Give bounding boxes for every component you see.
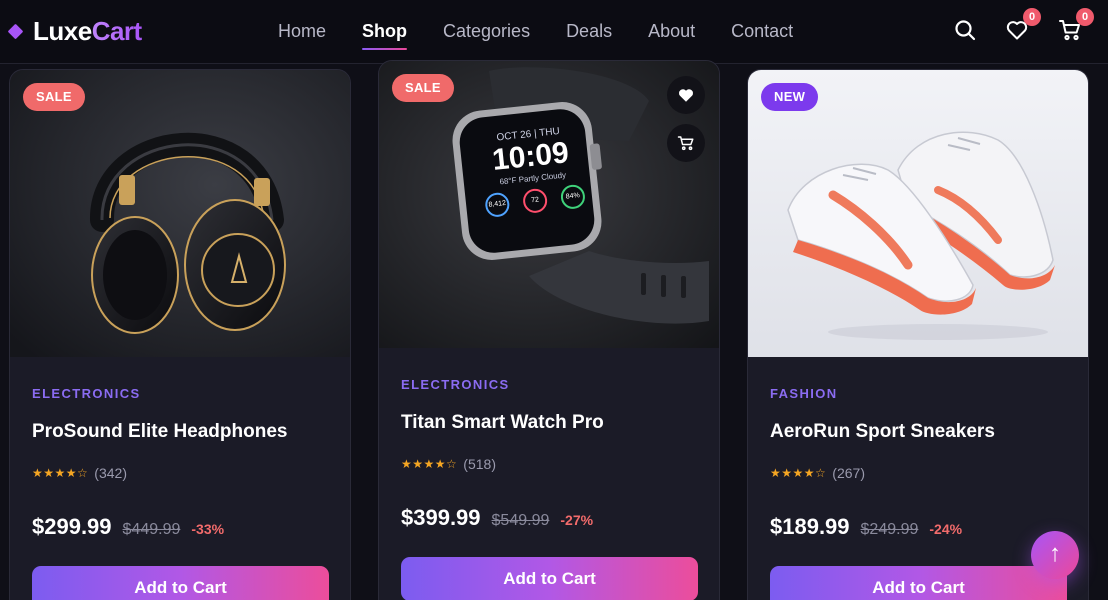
current-price: $399.99 [401,505,481,530]
product-title[interactable]: ProSound Elite Headphones [32,421,287,443]
sale-badge: SALE [23,83,85,111]
product-price: $189.99 $249.99 -24% [770,514,962,540]
brand-name: LuxeCart [33,15,142,46]
wishlist-toggle-button[interactable] [667,76,705,114]
nav-link-deals[interactable]: Deals [566,20,612,44]
search-button[interactable] [953,18,977,42]
nav-link-home[interactable]: Home [278,20,326,44]
review-count: (342) [94,465,127,481]
new-badge: NEW [761,83,819,111]
current-price: $299.99 [32,514,112,539]
nav-link-contact[interactable]: Contact [731,20,793,44]
sale-badge: SALE [392,74,454,102]
logo-diamond-icon [7,23,24,39]
cart-button[interactable]: 0 [1058,8,1094,42]
watch-complication-battery: 84% [559,183,587,211]
product-rating: ★★★★☆ (342) [32,465,127,481]
discount-percent: -33% [191,521,225,537]
nav-links: Home Shop Categories Deals About Contact [278,20,829,50]
arrow-up-icon: ↑ [1049,540,1061,567]
product-price: $299.99 $449.99 -33% [32,514,224,540]
add-to-cart-button[interactable]: Add to Cart [32,566,329,600]
watch-face: OCT 26 | THU 10:09 68°F Partly Cloudy 8,… [478,124,587,218]
nav-link-categories[interactable]: Categories [443,20,530,44]
rating-stars-icon: ★★★★☆ [401,457,458,471]
nav-link-shop[interactable]: Shop [362,20,408,50]
search-icon [955,20,976,41]
product-title[interactable]: Titan Smart Watch Pro [401,412,604,434]
product-category: ELECTRONICS [401,377,510,392]
cart-plus-icon [677,136,694,151]
review-count: (267) [832,465,865,481]
rating-stars-icon: ★★★★☆ [770,466,827,480]
product-image-smartwatch[interactable]: OCT 26 | THU 10:09 68°F Partly Cloudy 8,… [379,61,719,348]
rating-stars-icon: ★★★★☆ [32,466,89,480]
discount-percent: -24% [929,521,963,537]
add-to-cart-button[interactable]: Add to Cart [401,557,698,600]
original-price: $549.99 [491,512,550,529]
original-price: $449.99 [122,521,181,538]
product-category: ELECTRONICS [32,386,141,401]
wishlist-count-badge: 0 [1023,8,1041,26]
current-price: $189.99 [770,514,850,539]
product-card[interactable]: NEW FASHION AeroRun Sport Sneakers ★★★★☆… [747,69,1089,600]
wishlist-button[interactable]: 0 [1005,8,1041,42]
quick-add-cart-button[interactable] [667,124,705,162]
brand-logo[interactable]: LuxeCart [7,15,142,46]
product-card[interactable]: OCT 26 | THU 10:09 68°F Partly Cloudy 8,… [378,60,720,600]
top-navbar: LuxeCart Home Shop Categories Deals Abou… [0,0,1108,64]
product-image-sneakers[interactable]: NEW [748,70,1088,357]
product-rating: ★★★★☆ (518) [401,456,496,472]
product-title[interactable]: AeroRun Sport Sneakers [770,421,995,443]
nav-link-about[interactable]: About [648,20,695,44]
watch-complication-heart: 72 [521,187,549,215]
original-price: $249.99 [860,521,919,538]
product-image-headphones[interactable]: SALE [10,70,350,357]
discount-percent: -27% [560,512,594,528]
review-count: (518) [463,456,496,472]
watch-complication-steps: 8,412 [484,191,511,218]
add-to-cart-button[interactable]: Add to Cart [770,566,1067,600]
product-rating: ★★★★☆ (267) [770,465,865,481]
product-category: FASHION [770,386,838,401]
cart-count-badge: 0 [1076,8,1094,26]
heart-icon [679,89,693,102]
product-price: $399.99 $549.99 -27% [401,505,593,531]
scroll-to-top-button[interactable]: ↑ [1031,531,1079,579]
product-card[interactable]: SALE ELECTRONICS ProSound Elite Headphon… [9,69,351,600]
